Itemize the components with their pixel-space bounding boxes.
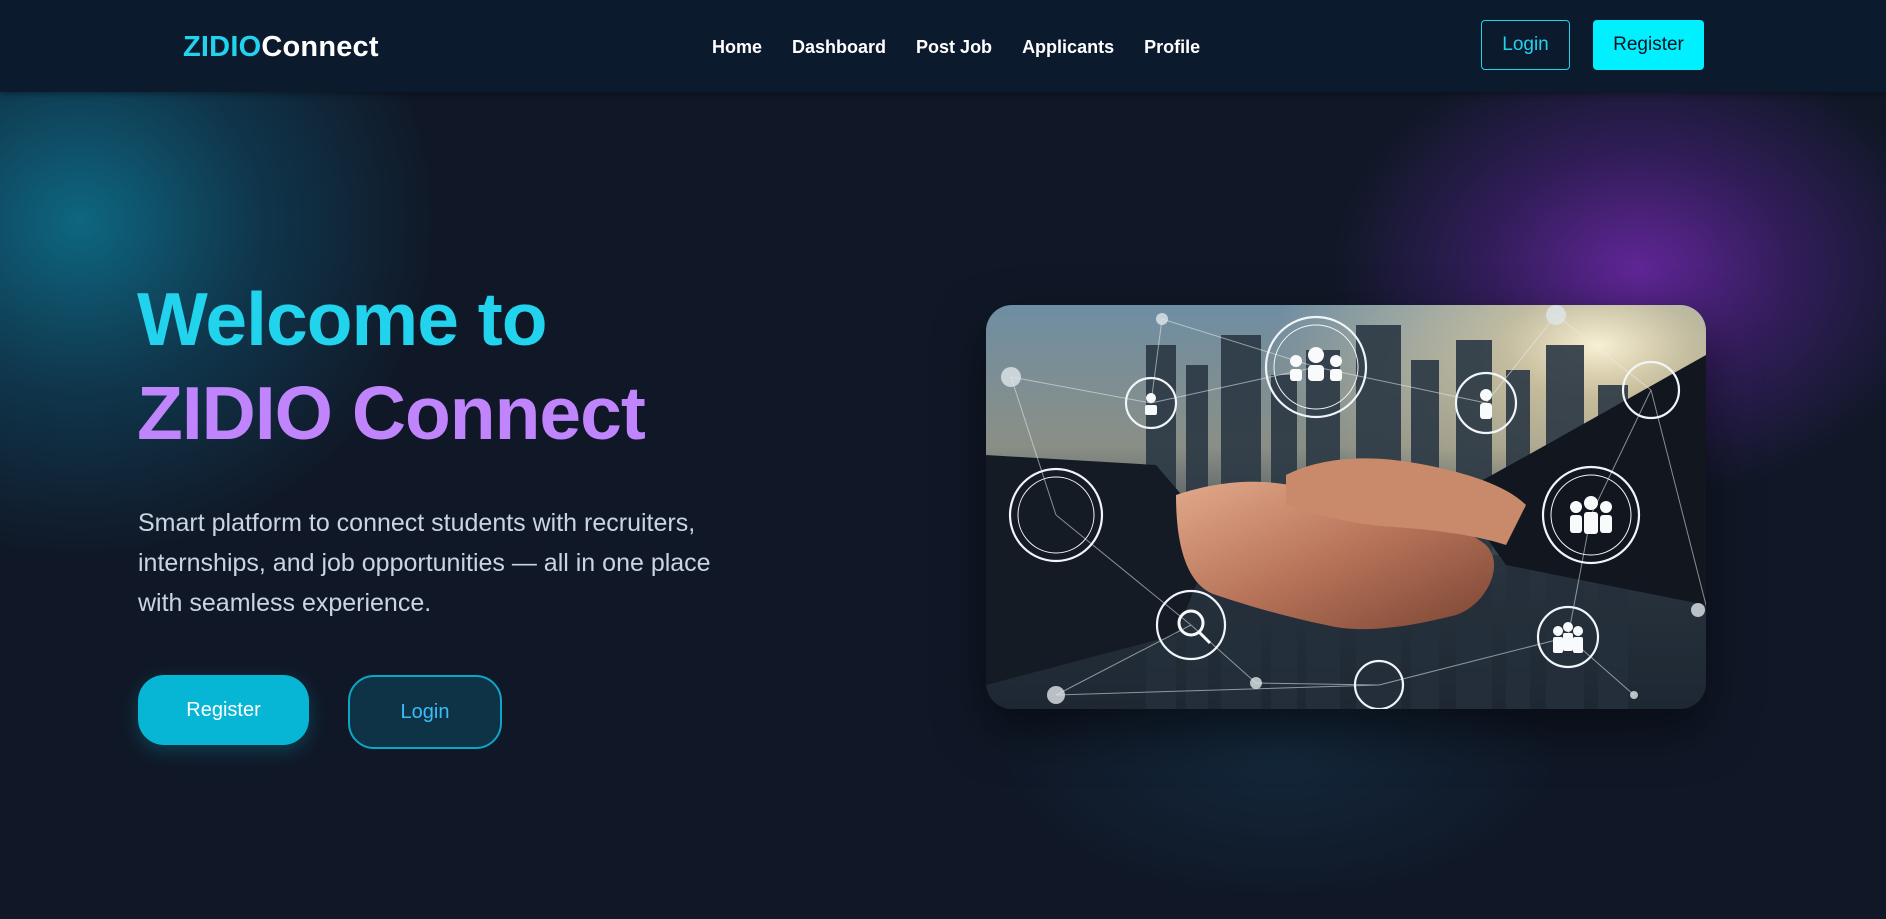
nav-register-button[interactable]: Register — [1593, 20, 1704, 70]
brand-logo-part1: ZIDIO — [183, 31, 262, 63]
brand-logo-part2: Connect — [261, 31, 379, 63]
handshake-network-illustration — [986, 305, 1706, 709]
hero-title-line2: ZIDIO Connect — [137, 371, 646, 455]
hero-title-line1: Welcome to — [137, 277, 548, 361]
top-navbar: ZIDIOConnect Home Dashboard Post Job App… — [0, 0, 1886, 92]
hero-image — [986, 305, 1706, 709]
landing-page: ZIDIOConnect Home Dashboard Post Job App… — [0, 0, 1886, 919]
nav-link-post-job[interactable]: Post Job — [916, 36, 992, 58]
nav-login-button[interactable]: Login — [1481, 20, 1570, 70]
nav-link-profile[interactable]: Profile — [1144, 36, 1200, 58]
nav-links: Home Dashboard Post Job Applicants Profi… — [712, 36, 1230, 58]
hero-description: Smart platform to connect students with … — [138, 509, 711, 617]
nav-link-dashboard[interactable]: Dashboard — [792, 36, 886, 58]
hero-login-button[interactable]: Login — [348, 675, 502, 749]
nav-link-home[interactable]: Home — [712, 36, 762, 58]
nav-link-applicants[interactable]: Applicants — [1022, 36, 1114, 58]
hero-title: Welcome to ZIDIO Connect — [137, 272, 646, 460]
hero-register-button[interactable]: Register — [138, 675, 309, 745]
brand-logo[interactable]: ZIDIOConnect — [183, 30, 379, 64]
